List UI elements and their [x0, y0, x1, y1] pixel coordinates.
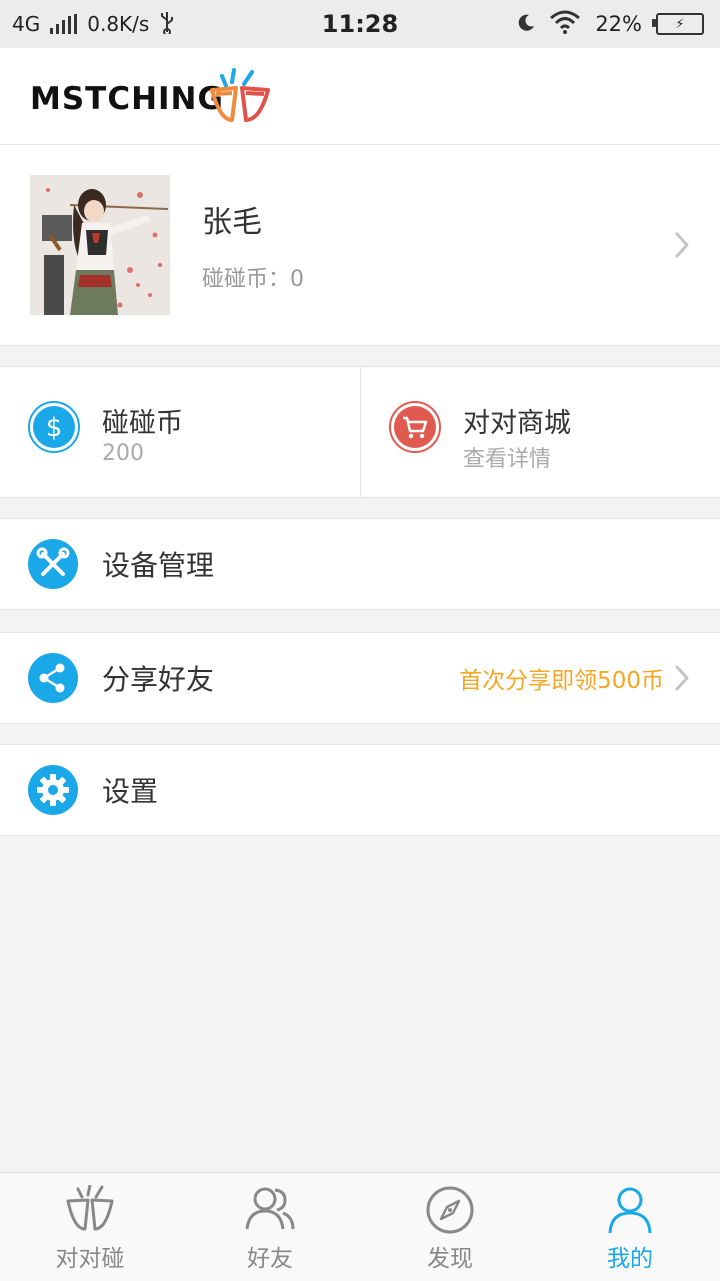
dollar-icon: $: [28, 401, 80, 457]
mall-title: 对对商城: [463, 408, 571, 439]
cart-icon: [389, 401, 441, 457]
tab-friends-label: 好友: [247, 1246, 293, 1272]
menu-share-friends[interactable]: 分享好友 首次分享即领500币: [0, 632, 720, 724]
menu-share-label: 分享好友: [102, 663, 215, 696]
tab-mine-label: 我的: [607, 1246, 653, 1272]
chevron-right-icon: [674, 664, 690, 696]
wifi-icon: [549, 10, 581, 39]
avatar[interactable]: [30, 175, 170, 315]
mall-subtitle: 查看详情: [463, 447, 552, 472]
menu-settings[interactable]: 设置: [0, 744, 720, 836]
wallet-shop-row: $ 碰碰币 200 对对商城 查看详情: [0, 366, 720, 498]
compass-icon: [425, 1185, 475, 1239]
chevron-right-icon: [674, 231, 690, 263]
battery-icon: ⚡: [652, 13, 704, 35]
bottom-tab-bar: 对对碰 好友 发现 我的: [0, 1172, 720, 1281]
battery-percent: 22%: [595, 12, 642, 36]
app-logo-text: MSTCHING: [30, 81, 224, 117]
profile-coin-label: 碰碰币：: [202, 267, 291, 292]
menu-device-label: 设备管理: [102, 549, 215, 582]
usb-icon: [159, 10, 175, 39]
app-header: MSTCHING: [0, 48, 720, 145]
tab-friends[interactable]: 好友: [180, 1173, 360, 1281]
share-promo-text: 首次分享即领500币: [459, 668, 664, 694]
coins-value: 200: [102, 441, 144, 466]
profile-coin-value: 0: [290, 267, 305, 292]
mall-card[interactable]: 对对商城 查看详情: [360, 367, 720, 497]
moon-icon: [517, 12, 535, 36]
wrench-icon: [28, 539, 78, 593]
menu-settings-label: 设置: [102, 775, 159, 808]
network-type: 4G: [12, 12, 41, 36]
friends-icon: [243, 1185, 297, 1237]
gear-icon: [28, 765, 78, 819]
tab-match[interactable]: 对对碰: [0, 1173, 180, 1281]
menu-device-management[interactable]: 设备管理: [0, 518, 720, 610]
coins-card[interactable]: $ 碰碰币 200: [0, 367, 360, 497]
profile-card[interactable]: 张毛 碰碰币：0: [0, 145, 720, 346]
clock: 11:28: [321, 10, 399, 38]
coins-title: 碰碰币: [102, 408, 183, 439]
profile-coin-balance: 碰碰币：0: [202, 261, 304, 293]
tab-discover-label: 发现: [427, 1246, 473, 1272]
share-icon: [28, 653, 78, 707]
svg-text:$: $: [46, 413, 63, 443]
network-speed: 0.8K/s: [87, 12, 150, 36]
app-logo-icon: [206, 68, 272, 128]
profile-name: 张毛: [202, 205, 262, 240]
match-icon: [64, 1183, 116, 1237]
user-icon: [605, 1185, 655, 1239]
tab-mine[interactable]: 我的: [540, 1173, 720, 1281]
tab-discover[interactable]: 发现: [360, 1173, 540, 1281]
signal-icon: [50, 14, 78, 34]
status-bar: 4G 0.8K/s 11:28 22% ⚡: [0, 0, 720, 48]
tab-match-label: 对对碰: [55, 1246, 125, 1272]
